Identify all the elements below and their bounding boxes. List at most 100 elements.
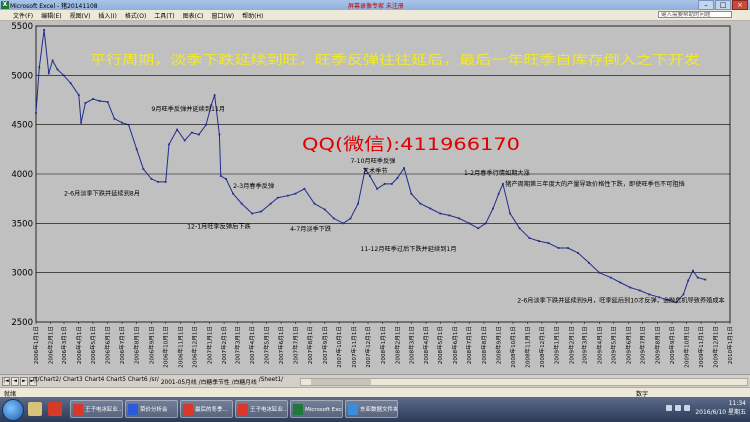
- data-point[interactable]: [69, 82, 72, 85]
- data-point[interactable]: [704, 278, 707, 281]
- data-point[interactable]: [439, 212, 442, 215]
- data-point[interactable]: [43, 29, 45, 31]
- data-point[interactable]: [458, 217, 461, 220]
- data-point[interactable]: [547, 242, 550, 244]
- data-point[interactable]: [84, 102, 87, 104]
- data-point[interactable]: [121, 121, 123, 124]
- menu-item[interactable]: 文件(F): [10, 11, 36, 20]
- menu-item[interactable]: 工具(T): [151, 11, 177, 20]
- menu-item[interactable]: 图表(C): [180, 11, 207, 20]
- sheet-tab[interactable]: /白糖月线: [231, 377, 258, 386]
- close-button[interactable]: ×: [732, 0, 748, 10]
- system-clock[interactable]: 11:34 2016/6/10 星期五: [695, 399, 746, 417]
- menu-item[interactable]: 编辑(E): [38, 11, 64, 20]
- data-point[interactable]: [648, 293, 651, 296]
- data-point[interactable]: [240, 202, 243, 205]
- sheet-tab[interactable]: Chart5: [105, 377, 127, 386]
- scrollbar-thumb[interactable]: [311, 379, 371, 385]
- data-point[interactable]: [403, 167, 405, 169]
- data-point[interactable]: [198, 133, 200, 136]
- data-point[interactable]: [38, 66, 41, 69]
- help-search-input[interactable]: 键入需要帮助的问题: [658, 11, 732, 18]
- data-point[interactable]: [538, 240, 540, 242]
- data-point[interactable]: [168, 143, 170, 146]
- data-point[interactable]: [502, 183, 504, 185]
- sheet-tab[interactable]: /sr/: [149, 377, 160, 386]
- data-point[interactable]: [448, 214, 451, 217]
- data-point[interactable]: [269, 202, 272, 205]
- data-point[interactable]: [396, 177, 399, 179]
- data-point[interactable]: [598, 271, 601, 274]
- data-point[interactable]: [497, 192, 500, 195]
- data-point[interactable]: [567, 247, 569, 249]
- data-point[interactable]: [429, 207, 432, 210]
- data-point[interactable]: [687, 279, 690, 282]
- data-point[interactable]: [619, 281, 622, 284]
- data-point[interactable]: [80, 121, 82, 124]
- menu-item[interactable]: 窗口(W): [209, 11, 238, 20]
- data-point[interactable]: [35, 111, 37, 114]
- data-point[interactable]: [142, 168, 145, 170]
- data-point[interactable]: [92, 98, 94, 100]
- data-point[interactable]: [56, 68, 59, 71]
- explorer-icon[interactable]: [28, 402, 42, 416]
- data-point[interactable]: [369, 175, 371, 177]
- start-button[interactable]: [2, 399, 24, 421]
- data-point[interactable]: [696, 276, 699, 279]
- data-point[interactable]: [477, 227, 480, 230]
- flag-icon[interactable]: [684, 405, 690, 411]
- data-point[interactable]: [588, 261, 590, 264]
- data-point[interactable]: [376, 187, 378, 190]
- sheet-tab[interactable]: Chart3: [62, 377, 84, 386]
- taskbar-task-button[interactable]: Microsoft Excel...: [290, 400, 343, 418]
- data-point[interactable]: [609, 276, 612, 279]
- tab-scroll-button[interactable]: ◄: [11, 377, 19, 386]
- data-point[interactable]: [286, 194, 289, 197]
- data-point[interactable]: [47, 72, 50, 75]
- data-point[interactable]: [135, 148, 138, 151]
- menu-item[interactable]: 帮助(H): [239, 11, 266, 20]
- data-point[interactable]: [682, 293, 685, 296]
- data-point[interactable]: [218, 133, 221, 136]
- media-player-icon[interactable]: [48, 402, 62, 416]
- data-point[interactable]: [113, 117, 116, 120]
- data-point[interactable]: [303, 187, 306, 190]
- horizontal-scrollbar[interactable]: [300, 378, 748, 386]
- data-point[interactable]: [51, 59, 54, 62]
- price-line-chart[interactable]: 2500 3000 3500 4000 4500 5000 5500 2006年1月1日 20…: [0, 21, 750, 374]
- data-point[interactable]: [419, 202, 422, 205]
- data-point[interactable]: [468, 222, 471, 225]
- taskbar-task-button[interactable]: 最后的冬季...: [180, 400, 233, 418]
- tab-scroll-button[interactable]: ►: [20, 377, 28, 386]
- maximize-button[interactable]: □: [715, 0, 731, 10]
- sheet-tab[interactable]: /白糖季节性: [198, 377, 231, 386]
- data-point[interactable]: [98, 100, 101, 102]
- menu-item[interactable]: 视图(V): [67, 11, 94, 20]
- sheet-tab[interactable]: 2001-05月线: [160, 377, 198, 386]
- data-point[interactable]: [294, 192, 297, 195]
- data-point[interactable]: [323, 208, 326, 211]
- data-point[interactable]: [213, 94, 216, 96]
- taskbar-task-button[interactable]: 菜价分析会: [125, 400, 178, 418]
- taskbar-task-button[interactable]: 王子电冰缸业...: [235, 400, 288, 418]
- data-point[interactable]: [106, 101, 109, 103]
- data-point[interactable]: [410, 192, 413, 195]
- taskbar-task-button[interactable]: 东亚数据文件夹: [345, 400, 398, 418]
- data-point[interactable]: [692, 269, 694, 272]
- tab-scroll-button[interactable]: |◄: [2, 377, 10, 386]
- minimize-button[interactable]: –: [698, 0, 714, 10]
- data-point[interactable]: [342, 222, 345, 225]
- volume-icon[interactable]: [675, 405, 681, 411]
- network-icon[interactable]: [666, 405, 672, 411]
- data-point[interactable]: [629, 286, 632, 289]
- sheet-tab[interactable]: /Sheet1/: [258, 377, 284, 386]
- data-point[interactable]: [509, 212, 511, 215]
- data-point[interactable]: [557, 247, 560, 249]
- data-point[interactable]: [518, 227, 521, 230]
- excel-icon[interactable]: X: [1, 1, 9, 9]
- data-point[interactable]: [183, 139, 186, 142]
- data-point[interactable]: [390, 183, 393, 185]
- data-point[interactable]: [205, 123, 207, 126]
- data-point[interactable]: [225, 178, 227, 180]
- menu-item[interactable]: 插入(I): [95, 11, 119, 20]
